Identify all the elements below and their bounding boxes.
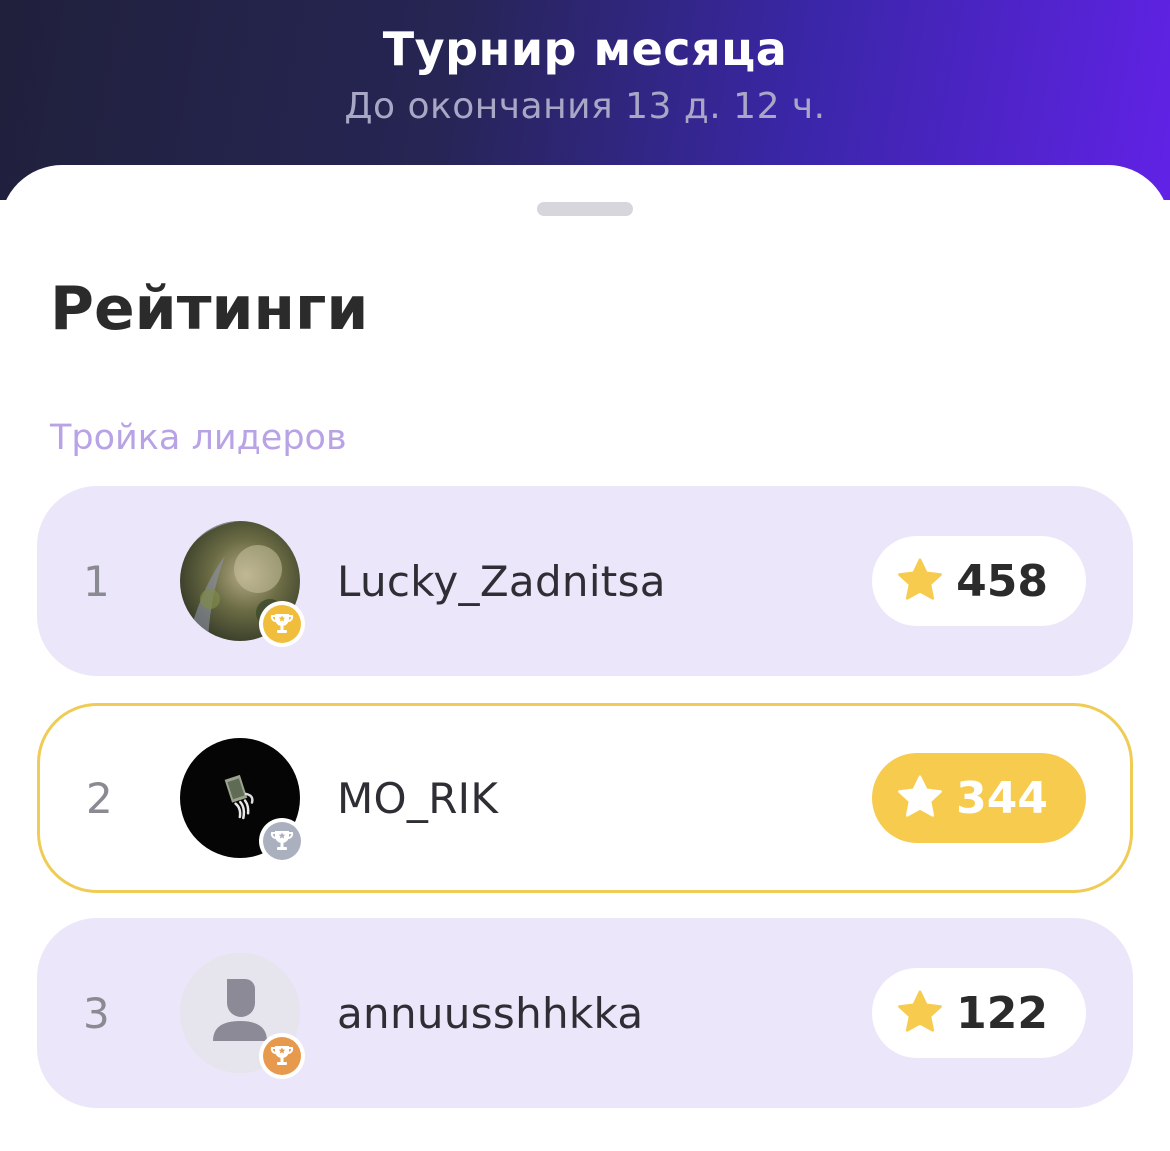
- username: MO_RIK: [337, 773, 499, 823]
- bronze-trophy-icon: [263, 1037, 301, 1075]
- score-pill: 344: [872, 753, 1086, 843]
- leaderboard-row-2[interactable]: 2 MO_RIK 344: [37, 703, 1133, 893]
- star-icon: [898, 990, 943, 1032]
- score-value: 458: [956, 555, 1048, 607]
- top-three-label: Тройка лидеров: [50, 418, 347, 458]
- time-remaining: До окончания 13 д. 12 ч.: [344, 86, 826, 127]
- trophy-badge: [259, 1033, 305, 1079]
- rank-number: 2: [86, 773, 113, 823]
- leaderboard-row-1[interactable]: 1 Lucky_Zadnitsa 458: [37, 486, 1133, 676]
- rank-number: 3: [83, 988, 110, 1038]
- ratings-sheet: Рейтинги Тройка лидеров 1 Lucky_Zadnitsa…: [0, 165, 1170, 1151]
- username: annuusshhkka: [337, 988, 644, 1038]
- score-pill: 122: [872, 968, 1086, 1058]
- trophy-badge: [259, 818, 305, 864]
- username: Lucky_Zadnitsa: [337, 556, 666, 606]
- gold-trophy-icon: [263, 605, 301, 643]
- trophy-badge: [259, 601, 305, 647]
- score-value: 122: [956, 987, 1048, 1039]
- ratings-title: Рейтинги: [50, 274, 369, 344]
- rank-number: 1: [83, 556, 110, 606]
- score-pill: 458: [872, 536, 1086, 626]
- star-icon: [898, 558, 943, 600]
- leaderboard-row-3[interactable]: 3 annuusshhkka 122: [37, 918, 1133, 1108]
- silver-trophy-icon: [263, 822, 301, 860]
- star-icon: [898, 775, 943, 817]
- sheet-grabber-handle[interactable]: [537, 202, 633, 216]
- score-value: 344: [956, 772, 1048, 824]
- tournament-title: Турнир месяца: [382, 22, 788, 76]
